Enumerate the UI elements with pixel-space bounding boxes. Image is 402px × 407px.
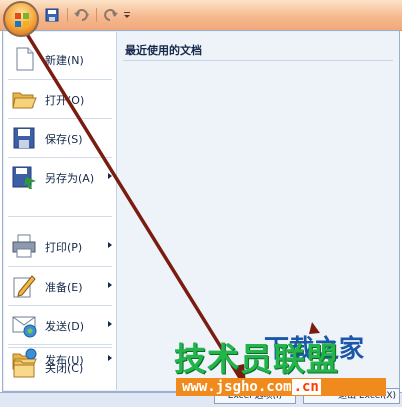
- menu-item-label: 打开(O): [45, 94, 85, 107]
- watermark-url-text: www.jsgho.com: [182, 379, 292, 395]
- redo-icon[interactable]: [102, 7, 120, 23]
- recent-documents-separator: [123, 60, 393, 61]
- new-document-icon: [16, 47, 34, 71]
- submenu-arrow-icon: [108, 321, 112, 327]
- menu-item-label: 保存(S): [45, 133, 83, 146]
- submenu-arrow-icon: [108, 282, 112, 288]
- recent-documents-title: 最近使用的文档: [125, 44, 202, 57]
- menu-divider: [8, 216, 112, 217]
- close-folder-icon: [13, 360, 35, 378]
- title-bar: [0, 0, 402, 31]
- menu-item-save-as[interactable]: 另存为(A): [4, 158, 116, 196]
- submenu-arrow-icon: [108, 242, 112, 248]
- menu-item-label: 另存为(A): [45, 172, 95, 185]
- menu-item-close[interactable]: 关闭(C): [4, 348, 116, 386]
- menu-item-new[interactable]: 新建(N): [4, 40, 116, 78]
- prepare-icon: [13, 275, 36, 298]
- undo-icon[interactable]: [73, 7, 91, 23]
- open-folder-icon: [12, 92, 37, 109]
- save-icon[interactable]: [44, 7, 62, 23]
- save-as-icon: [12, 166, 36, 189]
- menu-item-label: 准备(E): [45, 281, 83, 294]
- menu-item-open[interactable]: 打开(O): [4, 80, 116, 118]
- menu-item-label: 新建(N): [45, 54, 84, 67]
- qat-separator: [96, 8, 97, 22]
- watermark-main-text: 技术员联盟: [174, 340, 340, 378]
- office-button[interactable]: [3, 1, 39, 37]
- customize-toolbar-icon[interactable]: [122, 7, 140, 23]
- menu-item-label: 发送(D): [45, 320, 85, 333]
- save-disk-icon: [13, 127, 35, 149]
- menu-item-save[interactable]: 保存(S): [4, 119, 116, 157]
- menu-item-print[interactable]: 打印(P): [4, 227, 116, 265]
- menu-item-label: 打印(P): [45, 241, 83, 254]
- menu-item-send[interactable]: 发送(D): [4, 306, 116, 344]
- watermark-url-suffix: .cn: [291, 379, 321, 395]
- menu-commands-pane: 新建(N) 打开(O) 保存(S) 另存为(A) 打印(P) 准备(E) 发送(…: [4, 32, 117, 390]
- watermark-url: www.jsgho.com .cn: [176, 378, 386, 396]
- send-icon: [12, 316, 37, 338]
- office-logo-icon: [15, 13, 29, 27]
- qat-separator: [67, 8, 68, 22]
- menu-item-prepare[interactable]: 准备(E): [4, 267, 116, 305]
- menu-item-label: 关闭(C): [45, 362, 84, 375]
- printer-icon: [12, 234, 36, 258]
- quick-access-toolbar: [44, 7, 140, 23]
- submenu-arrow-icon: [108, 173, 112, 179]
